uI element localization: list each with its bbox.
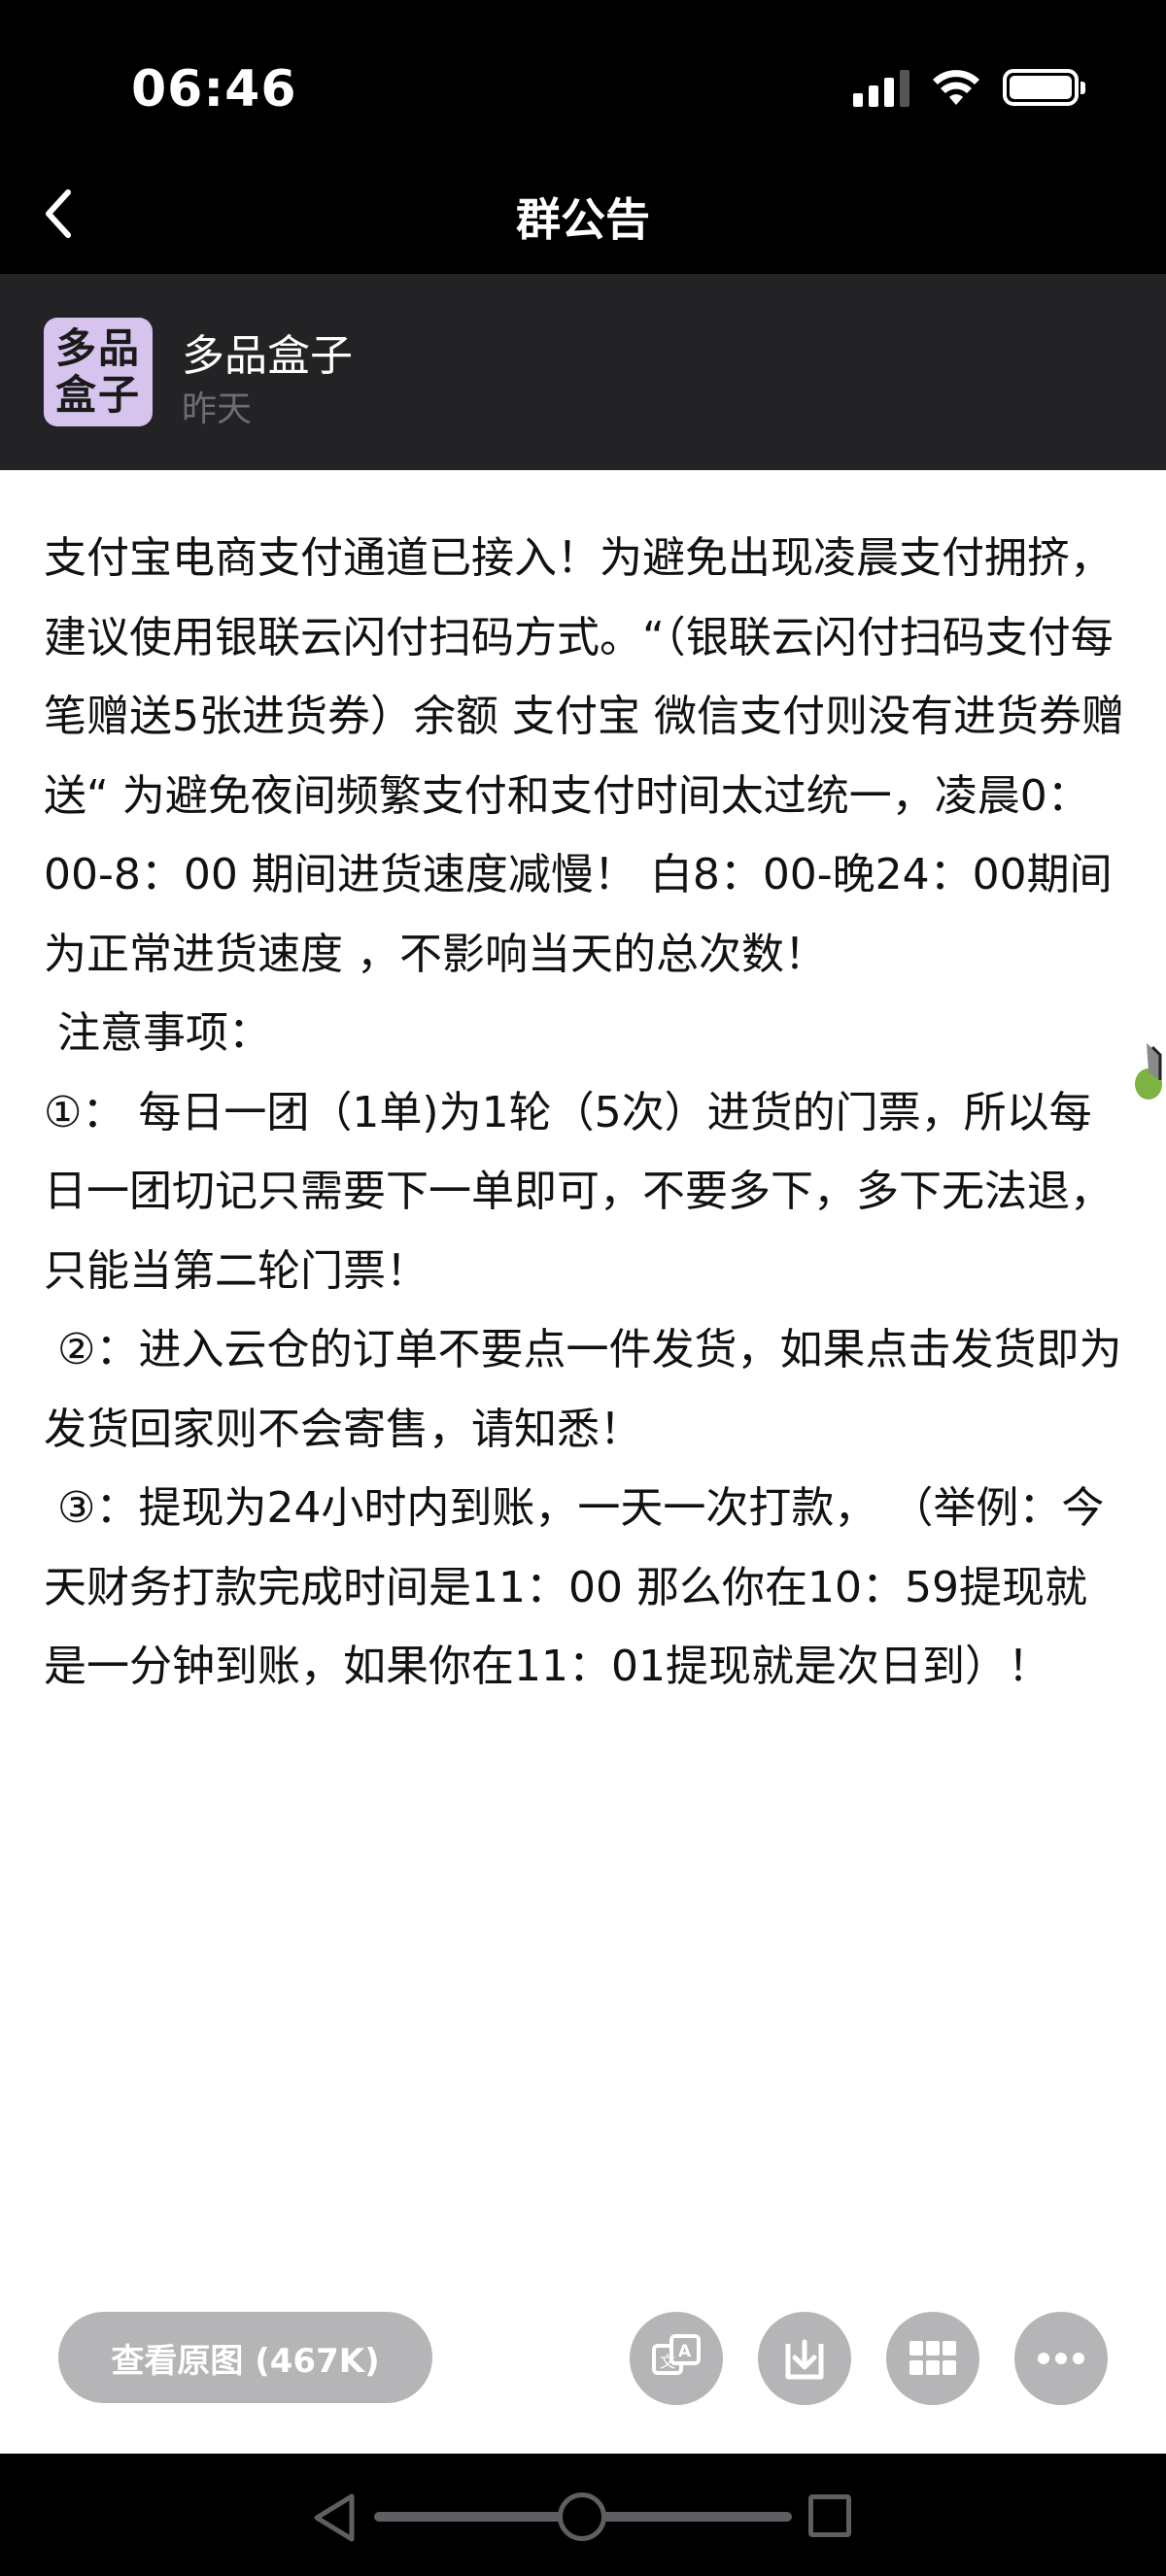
grid-button[interactable]	[886, 2312, 979, 2405]
translate-icon: 文 A	[652, 2334, 701, 2375]
download-icon	[785, 2339, 824, 2380]
notice-paragraph: ②：进入云仓的订单不要点一件发货，如果点击发货即为发货回家则不会寄售，请知悉！	[44, 1325, 1122, 1454]
sender-header: 多品 盒子 多品盒子 昨天	[0, 274, 1166, 470]
page-title: 群公告	[516, 193, 650, 246]
notice-paragraph: ①： 每日一团（1单)为1轮（5次）进货的门票，所以每日一团切记只需要下一单即可…	[44, 1087, 1113, 1296]
announcement-text: 支付宝电商支付通道已接入！为避免出现凌晨支付拥挤，建议使用银联云闪付扫码方式。“…	[44, 519, 1127, 1707]
notice-paragraph: 支付宝电商支付通道已接入！为避免出现凌晨支付拥挤，建议使用银联云闪付扫码方式。“…	[44, 533, 1124, 979]
nav-bar: 群公告	[0, 155, 1166, 274]
system-home-knob[interactable]	[558, 2492, 606, 2541]
sender-time: 昨天	[182, 390, 253, 429]
avatar-text-line1: 多品	[54, 324, 141, 372]
system-recents-icon[interactable]	[808, 2494, 851, 2537]
more-icon	[1038, 2353, 1084, 2364]
system-back-icon[interactable]	[311, 2492, 358, 2543]
translate-button[interactable]: 文 A	[630, 2312, 723, 2405]
battery-icon	[1003, 69, 1085, 106]
sender-name: 多品盒子	[182, 331, 353, 381]
svg-text:A: A	[678, 2342, 692, 2361]
view-original-button[interactable]: 查看原图 (467K)	[58, 2312, 432, 2403]
status-icons	[853, 68, 1085, 107]
more-button[interactable]	[1014, 2312, 1108, 2405]
notice-paragraph: 注意事项：	[44, 1008, 271, 1058]
floating-handle-icon[interactable]	[1127, 1034, 1166, 1111]
notice-paragraph: ③：提现为24小时内到账，一天一次打款， （举例：今天财务打款完成时间是11：0…	[44, 1483, 1105, 1691]
status-time: 06:46	[131, 60, 297, 119]
download-button[interactable]	[758, 2312, 851, 2405]
grid-icon	[909, 2341, 956, 2375]
avatar[interactable]: 多品 盒子	[44, 318, 153, 426]
svg-text:文: 文	[660, 2353, 675, 2371]
announcement-content: 支付宝电商支付通道已接入！为避免出现凌晨支付拥挤，建议使用银联云闪付扫码方式。“…	[0, 470, 1166, 2454]
avatar-text-line2: 盒子	[54, 371, 141, 419]
system-nav-bar	[0, 2454, 1166, 2576]
cellular-signal-icon	[853, 68, 909, 107]
wifi-icon	[933, 70, 979, 105]
